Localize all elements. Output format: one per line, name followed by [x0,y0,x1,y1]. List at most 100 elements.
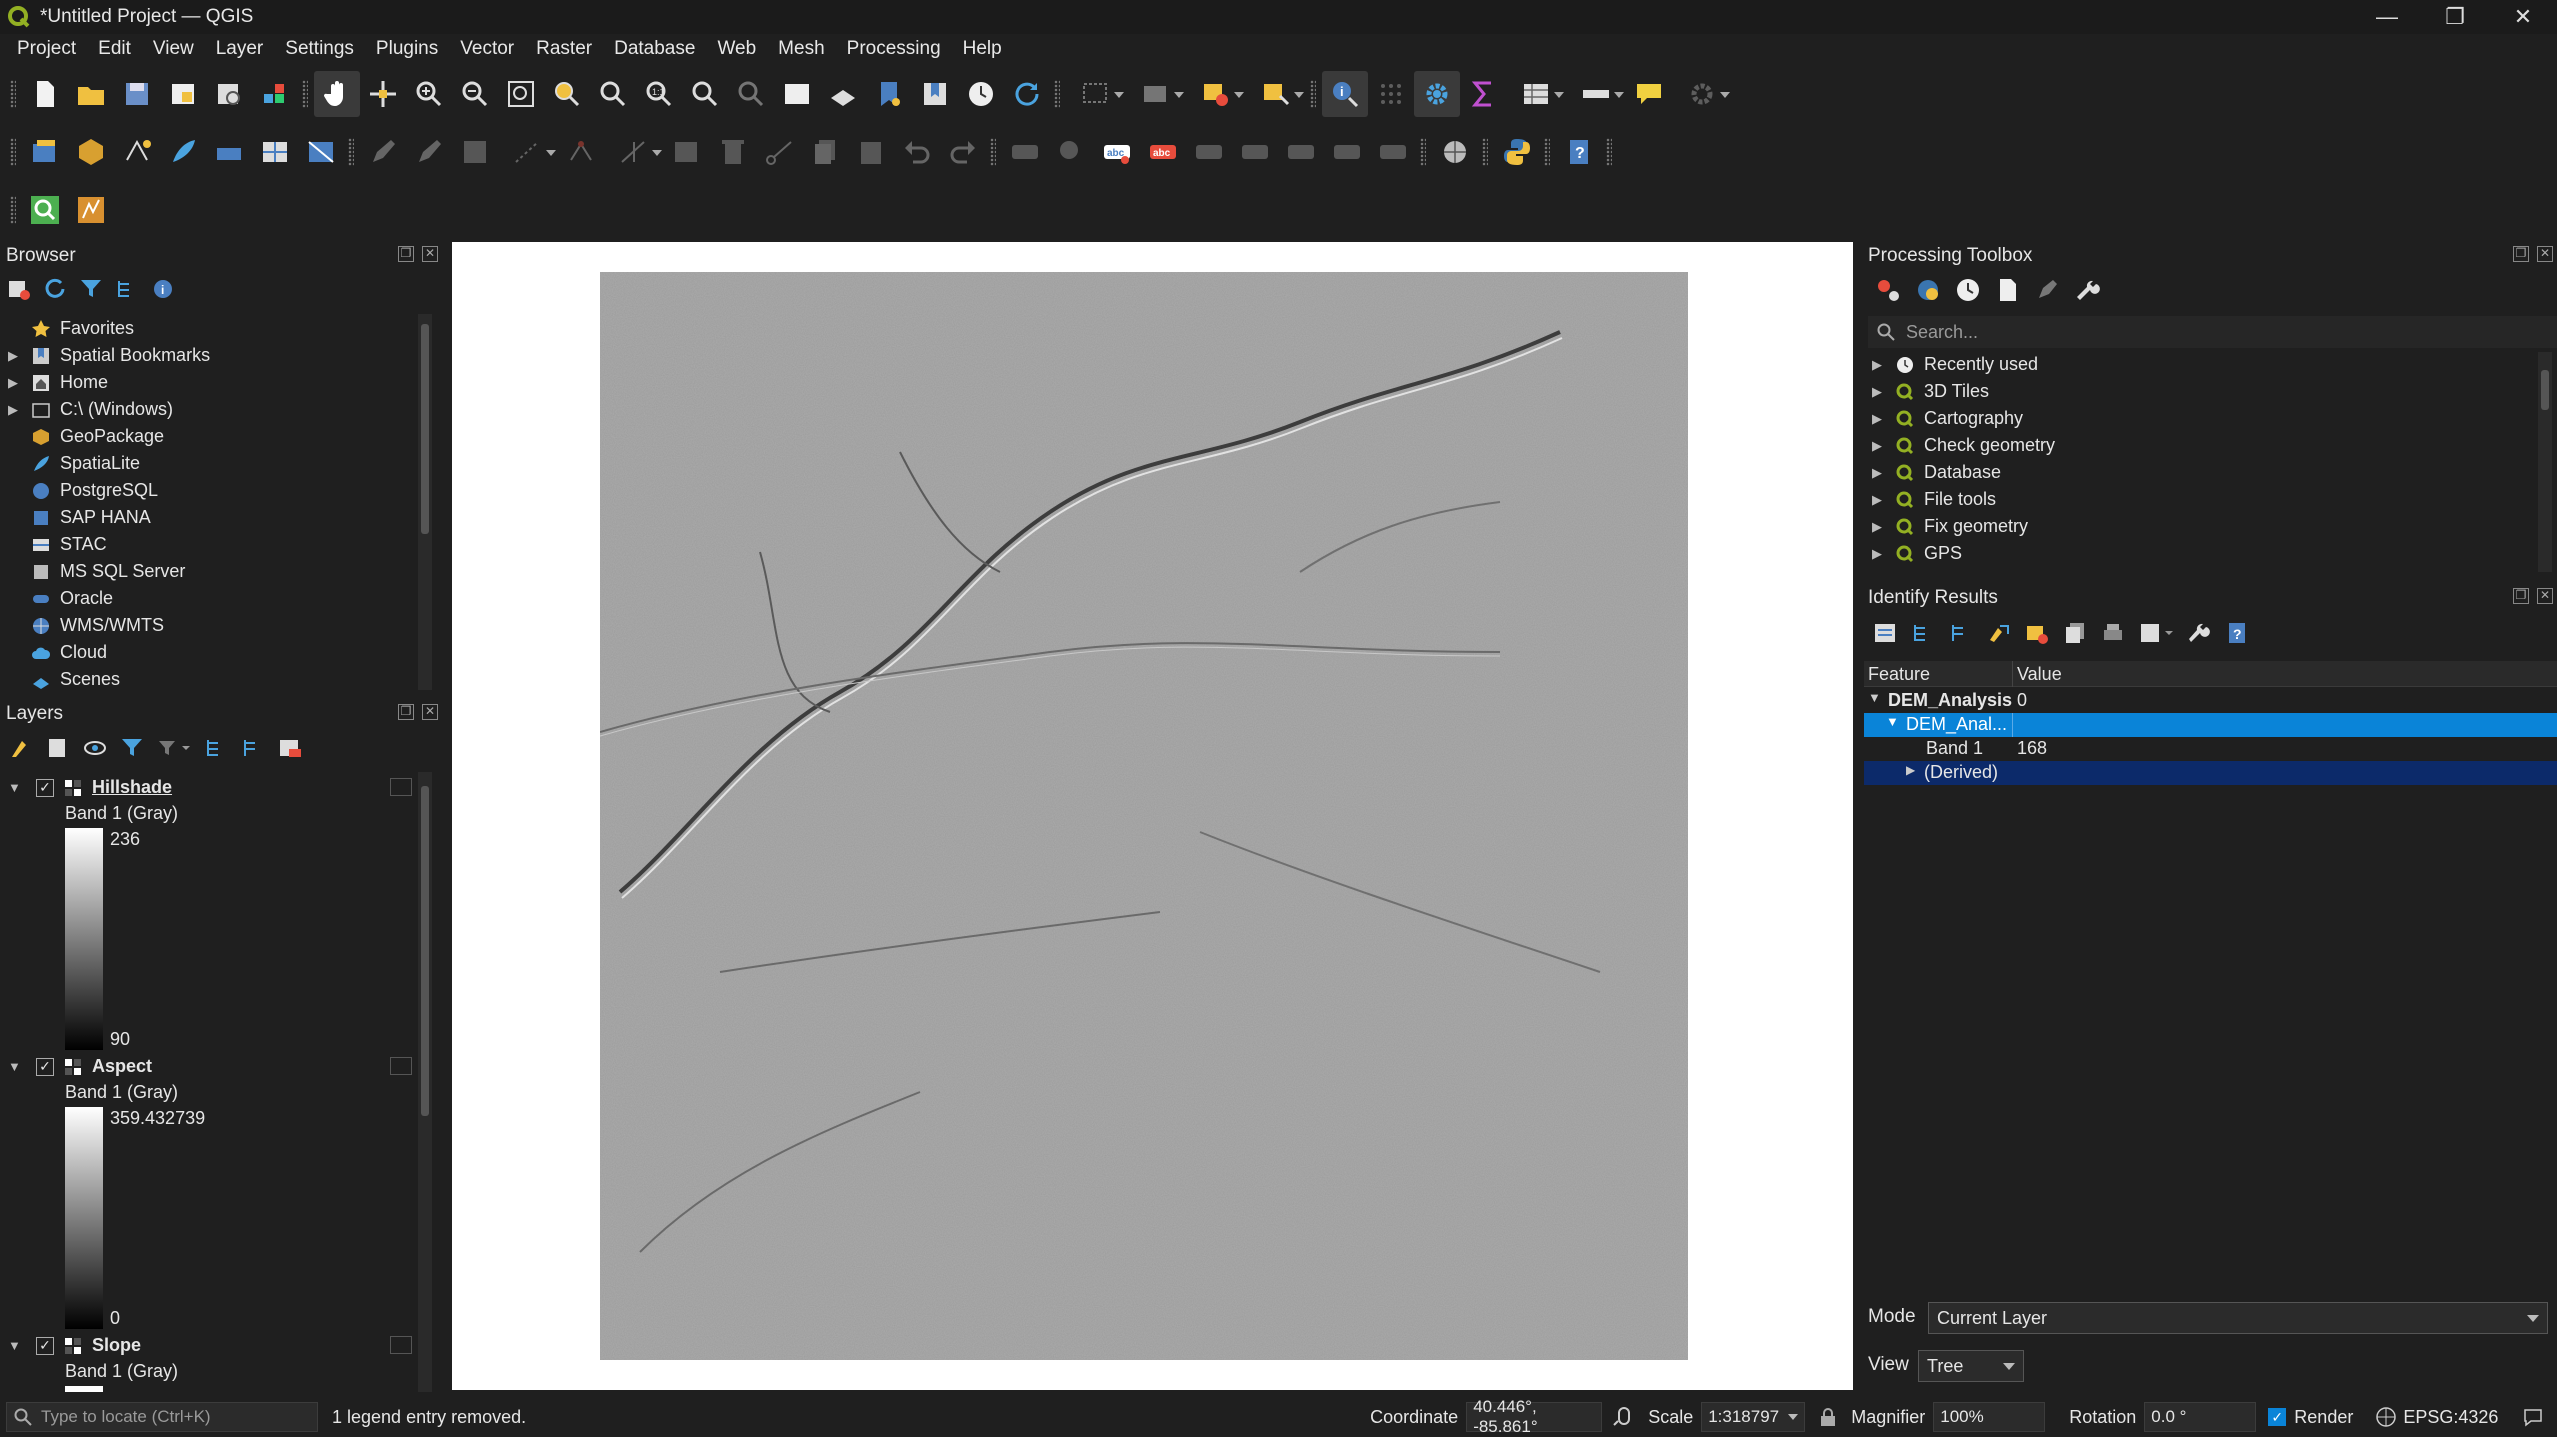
toolbox-search-box[interactable]: Search... [1868,316,2557,348]
zoom-in-button[interactable] [406,71,452,117]
history-icon[interactable] [1954,276,1982,304]
map-tips-button[interactable] [1626,71,1672,117]
menu-help[interactable]: Help [952,38,1013,60]
toolbar-handle[interactable] [1544,138,1550,166]
identify-row-layer[interactable]: ▼ DEM_Analysis 0 [1864,689,2557,713]
add-selected-layers-icon[interactable] [6,276,32,302]
messages-icon[interactable] [2522,1406,2544,1428]
browser-item-c-drive[interactable]: ▶ C:\ (Windows) [8,396,173,423]
locator-search-box[interactable]: Type to locate (Ctrl+K) [6,1402,318,1432]
open-table-button[interactable] [1506,71,1566,117]
new-project-button[interactable] [22,71,68,117]
help-icon[interactable]: ? [2224,620,2250,646]
wrench-icon[interactable] [2186,620,2212,646]
measure-line-button[interactable] [1566,71,1626,117]
browser-item-oracle[interactable]: Oracle [8,585,113,612]
vertex-tool-button[interactable] [558,129,604,175]
toolbar-handle[interactable] [302,80,308,108]
info-icon[interactable]: i [150,276,176,302]
open-form-icon[interactable] [1872,620,1898,646]
processing-toolbox-button[interactable] [1414,71,1460,117]
scale-combobox[interactable]: 1:318797 [1701,1402,1806,1432]
menu-mesh[interactable]: Mesh [767,38,835,60]
menu-layer[interactable]: Layer [205,38,275,60]
new-3d-map-view-button[interactable] [820,71,866,117]
float-panel-button[interactable]: ❐ [2513,246,2529,262]
save-project-button[interactable] [114,71,160,117]
filter-legend-icon[interactable] [119,735,145,761]
layer-item-slope[interactable]: ▼ ✓ Slope [8,1332,141,1359]
advanced-digitizing-button[interactable] [604,129,664,175]
clear-results-icon[interactable] [2024,620,2050,646]
browser-item-sap-hana[interactable]: SAP HANA [8,504,151,531]
save-edits-button[interactable] [452,129,498,175]
minimize-button[interactable]: — [2353,0,2421,34]
data-source-manager-button[interactable] [22,129,68,175]
paste-features-button[interactable] [848,129,894,175]
layer-visibility-checkbox[interactable]: ✓ [36,1336,54,1355]
zoom-full-button[interactable] [498,71,544,117]
label-toolbar-button[interactable] [1002,129,1048,175]
menu-view[interactable]: View [142,38,205,60]
float-panel-button[interactable]: ❐ [398,704,414,720]
menu-web[interactable]: Web [706,38,767,60]
feature-column-header[interactable]: Feature [1868,664,1930,685]
new-shapefile-layer-button[interactable] [114,129,160,175]
menu-edit[interactable]: Edit [87,38,142,60]
refresh-button[interactable] [1004,71,1050,117]
show-hide-labels-button[interactable] [1232,129,1278,175]
close-button[interactable]: ✕ [2489,0,2557,34]
layout-manager-button[interactable] [206,71,252,117]
python-scripts-icon[interactable] [1914,276,1942,304]
models-icon[interactable] [1874,276,1902,304]
edit-features-inplace-icon[interactable] [2034,276,2062,304]
browser-item-geopackage[interactable]: GeoPackage [8,423,164,450]
refresh-icon[interactable] [42,276,68,302]
layer-indicator-icon[interactable] [390,778,412,796]
identify-row-derived[interactable]: ▶ (Derived) [1864,761,2557,785]
temporal-controller-button[interactable] [958,71,1004,117]
menu-settings[interactable]: Settings [274,38,365,60]
zoom-to-selection-button[interactable] [544,71,590,117]
pan-to-selection-button[interactable] [360,71,406,117]
toolbar-handle[interactable] [348,138,354,166]
magnifier-spinbox[interactable]: 100% [1933,1402,2046,1432]
layer-indicator-icon[interactable] [390,1057,412,1075]
highlight-pinned-labels-button[interactable]: abc [1140,129,1186,175]
pin-labels-button[interactable] [1186,129,1232,175]
globe-crs-icon[interactable] [2375,1406,2397,1428]
copy-feature-icon[interactable] [2062,620,2088,646]
new-print-layout-button[interactable] [160,71,206,117]
toolbox-item-cartography[interactable]: ▶ Cartography [1872,405,2023,432]
render-checkbox[interactable]: ✓ [2268,1408,2287,1426]
collapse-arrow-icon[interactable]: ▼ [1868,690,1881,705]
toolbox-item-fix-geometry[interactable]: ▶ Fix geometry [1872,513,2028,540]
remove-layer-icon[interactable] [277,735,303,761]
menu-raster[interactable]: Raster [525,38,603,60]
toolbar-handle[interactable] [1420,138,1426,166]
style-manager-button[interactable] [252,71,298,117]
expand-arrow-icon[interactable]: ▶ [1906,763,1915,777]
toggle-editing-button[interactable] [406,129,452,175]
menu-project[interactable]: Project [6,38,87,60]
toolbox-item-recently-used[interactable]: ▶ Recently used [1872,351,2038,378]
attribute-table-button[interactable] [1368,71,1414,117]
browser-scrollbar[interactable] [418,314,432,690]
layer-visibility-checkbox[interactable]: ✓ [36,1057,54,1076]
rotation-spinbox[interactable]: 0.0 ° [2144,1402,2257,1432]
mode-combobox[interactable]: Current Layer [1928,1302,2548,1334]
toolbox-item-gps[interactable]: ▶ GPS [1872,540,1962,567]
pan-map-button[interactable] [314,71,360,117]
redo-button[interactable] [940,129,986,175]
mouse-extent-icon[interactable] [1612,1405,1636,1429]
toolbar-handle[interactable] [990,138,996,166]
toolbox-item-3d-tiles[interactable]: ▶ 3D Tiles [1872,378,1989,405]
zoom-last-button[interactable] [682,71,728,117]
toolbar-handle[interactable] [1310,80,1316,108]
view-combobox[interactable]: Tree [1918,1350,2024,1382]
toolbox-scrollbar[interactable] [2538,352,2552,572]
wrench-icon[interactable] [2074,276,2102,304]
metasearch-button[interactable] [1432,129,1478,175]
current-edits-button[interactable] [360,129,406,175]
identify-settings-icon[interactable] [2138,620,2174,646]
